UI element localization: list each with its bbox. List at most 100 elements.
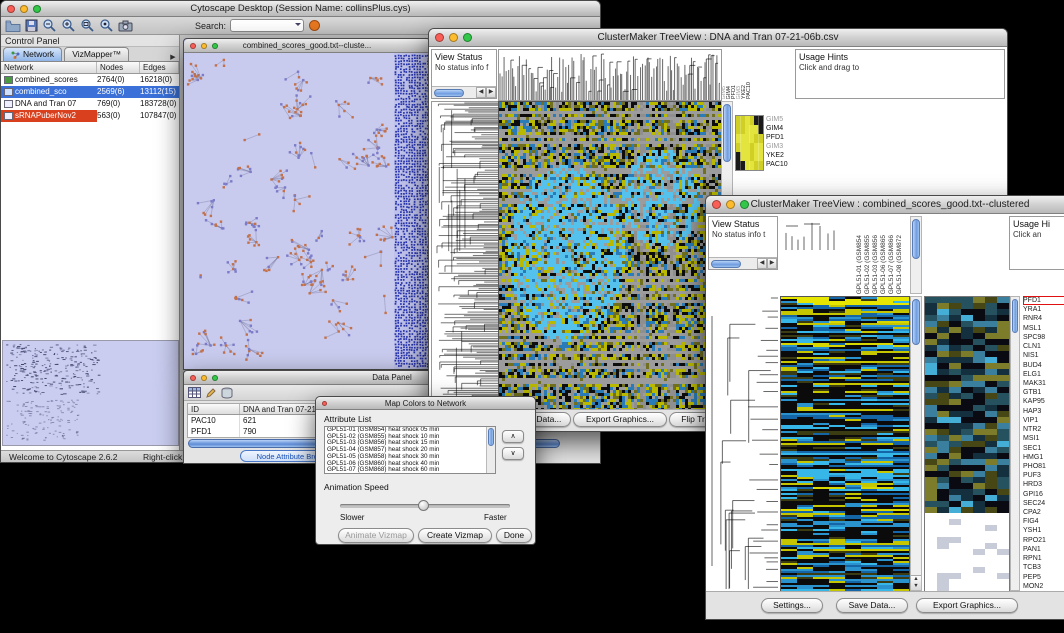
gene-label[interactable]: RPO21 xyxy=(1023,536,1064,545)
close-button[interactable] xyxy=(190,43,196,49)
gene-label[interactable]: MON2 xyxy=(1023,582,1064,591)
correlation-matrix[interactable] xyxy=(735,115,764,171)
animation-speed-slider[interactable] xyxy=(340,504,510,508)
birdseye-view[interactable] xyxy=(2,340,179,446)
minimize-button[interactable] xyxy=(726,200,735,209)
scroll-thumb[interactable] xyxy=(488,428,494,446)
network-list-row[interactable]: combined_scores 2764(0) 16218(0) xyxy=(1,74,179,86)
scroll-left-arrow[interactable]: ◀ xyxy=(757,258,767,269)
gene-label[interactable]: GIM5 xyxy=(766,115,788,124)
gene-label[interactable]: PAN1 xyxy=(1023,545,1064,554)
attribute-item[interactable]: GPL51-07 (GSM868) heat shock 60 min xyxy=(325,467,495,474)
create-vizmap-button[interactable]: Create Vizmap xyxy=(418,528,492,543)
zoom-button[interactable] xyxy=(212,43,218,49)
gene-label[interactable]: KAP95 xyxy=(1023,397,1064,406)
scroll-thumb[interactable] xyxy=(434,89,464,97)
attribute-list-vscrollbar[interactable] xyxy=(486,427,495,473)
minimize-button[interactable] xyxy=(201,375,207,381)
heatmap-vscrollbar[interactable]: ▲▼ xyxy=(910,296,922,591)
tab-vizmapper[interactable]: VizMapper™ xyxy=(64,47,129,61)
gene-label[interactable]: BUD4 xyxy=(1023,361,1064,370)
minimize-button[interactable] xyxy=(201,43,207,49)
scroll-down-arrow[interactable]: ▼ xyxy=(911,583,921,590)
gene-label[interactable]: SEC24 xyxy=(1023,499,1064,508)
tab-network[interactable]: Network xyxy=(3,47,62,61)
gene-label[interactable]: GIM3 xyxy=(766,142,788,151)
snapshot-icon[interactable] xyxy=(118,18,133,34)
slider-knob[interactable] xyxy=(418,500,429,511)
scroll-right-arrow[interactable]: ▶ xyxy=(767,258,777,269)
gene-label[interactable]: PHO81 xyxy=(1023,462,1064,471)
plugin-throbber-icon[interactable] xyxy=(308,18,321,34)
column-dendrogram[interactable] xyxy=(498,49,722,101)
export-graphics-button[interactable]: Export Graphics... xyxy=(916,598,1018,613)
zoom-fit-icon[interactable] xyxy=(80,18,95,34)
zoom-in-icon[interactable] xyxy=(61,18,76,34)
gene-label[interactable]: GTB1 xyxy=(1023,388,1064,397)
import-attributes-icon[interactable] xyxy=(221,385,233,401)
gene-label[interactable]: PFD1 xyxy=(766,133,788,142)
zoom-vscrollbar[interactable] xyxy=(1010,296,1020,591)
row-dendrogram[interactable] xyxy=(708,296,778,591)
gene-label[interactable]: MSL1 xyxy=(1023,324,1064,333)
scroll-thumb[interactable] xyxy=(723,104,731,162)
gene-label[interactable]: GIM4 xyxy=(766,124,788,133)
attribute-list[interactable]: GPL51-01 (GSM854) heat shock 05 minGPL51… xyxy=(324,426,496,474)
attribute-table-icon[interactable] xyxy=(188,385,201,401)
gene-label[interactable]: HRD3 xyxy=(1023,480,1064,489)
heatmap-zoom[interactable] xyxy=(924,296,1010,593)
gene-label[interactable]: MSI1 xyxy=(1023,434,1064,443)
view-status-hscrollbar[interactable]: ◀▶ xyxy=(709,257,777,269)
scroll-right-arrow[interactable]: ▶ xyxy=(486,87,496,98)
gene-label[interactable]: YRA1 xyxy=(1023,305,1064,314)
network-list-row[interactable]: sRNAPuberNov2 563(0) 107847(0) xyxy=(1,110,179,122)
minimize-button[interactable] xyxy=(20,5,28,13)
gene-label[interactable]: YKE2 xyxy=(766,151,788,160)
gene-label[interactable]: PAC10 xyxy=(766,160,788,169)
gene-label[interactable]: CPA2 xyxy=(1023,508,1064,517)
column-labels-vscrollbar[interactable] xyxy=(910,216,922,294)
treeview-dna-titlebar[interactable]: ClusterMaker TreeView : DNA and Tran 07-… xyxy=(429,29,1007,47)
zoom-button[interactable] xyxy=(740,200,749,209)
zoom-button[interactable] xyxy=(33,5,41,13)
treeview-combined-titlebar[interactable]: ClusterMaker TreeView : combined_scores_… xyxy=(706,196,1064,214)
edit-attribute-icon[interactable] xyxy=(205,385,217,401)
gene-label[interactable]: HMG1 xyxy=(1023,453,1064,462)
gene-label[interactable]: TCB3 xyxy=(1023,563,1064,572)
network-canvas[interactable] xyxy=(184,53,430,369)
gene-label[interactable]: PUF3 xyxy=(1023,471,1064,480)
gene-label[interactable]: SEC1 xyxy=(1023,444,1064,453)
close-button[interactable] xyxy=(7,5,15,13)
close-button[interactable] xyxy=(322,401,327,406)
gene-label[interactable]: NIS1 xyxy=(1023,351,1064,360)
network-view-titlebar[interactable]: combined_scores_good.txt--cluste... xyxy=(184,39,430,53)
gene-label[interactable]: NTR2 xyxy=(1023,425,1064,434)
minimize-button[interactable] xyxy=(449,33,458,42)
gene-label[interactable]: PEP5 xyxy=(1023,573,1064,582)
done-button[interactable]: Done xyxy=(496,528,532,543)
gene-label[interactable]: GPI16 xyxy=(1023,490,1064,499)
open-folder-icon[interactable] xyxy=(5,18,21,34)
move-up-button[interactable]: ∧ xyxy=(502,430,524,443)
zoom-selected-icon[interactable] xyxy=(99,18,114,34)
column-dendrogram[interactable] xyxy=(782,218,838,250)
save-data-button[interactable]: Save Data... xyxy=(836,598,908,613)
gene-label[interactable]: RPN1 xyxy=(1023,554,1064,563)
row-dendrogram[interactable] xyxy=(431,101,499,413)
map-colors-titlebar[interactable]: Map Colors to Network xyxy=(316,397,535,410)
gene-label[interactable]: PFD1 xyxy=(1023,296,1064,305)
gene-label[interactable]: YSH1 xyxy=(1023,526,1064,535)
animate-vizmap-button[interactable]: Animate Vizmap xyxy=(338,528,414,543)
scroll-thumb[interactable] xyxy=(711,260,741,268)
cytoscape-titlebar[interactable]: Cytoscape Desktop (Session Name: collins… xyxy=(1,1,600,17)
gene-label[interactable]: ELG1 xyxy=(1023,370,1064,379)
scroll-up-arrow[interactable]: ▲ xyxy=(911,576,921,583)
gene-label[interactable]: FIG4 xyxy=(1023,517,1064,526)
scroll-thumb[interactable] xyxy=(912,219,920,259)
close-button[interactable] xyxy=(190,375,196,381)
save-icon[interactable] xyxy=(25,18,38,34)
network-list-row[interactable]: DNA and Tran 07 769(0) 183728(0) xyxy=(1,98,179,110)
gene-label[interactable]: HAP3 xyxy=(1023,407,1064,416)
gene-label[interactable]: RNR4 xyxy=(1023,314,1064,323)
heatmap-global[interactable] xyxy=(780,296,910,593)
